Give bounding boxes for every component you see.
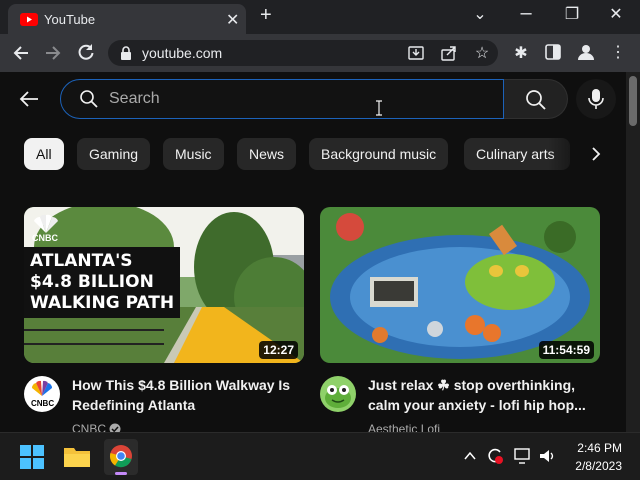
windows-start-icon[interactable]	[20, 445, 44, 469]
browser-titlebar: YouTube ✕ + ⌄ – ❐ ✕	[0, 0, 640, 34]
profile-icon[interactable]	[577, 43, 595, 61]
search-submit-icon	[526, 90, 546, 110]
file-explorer-icon[interactable]	[64, 445, 90, 467]
cnbc-logo-text: CNBC	[32, 233, 58, 243]
search-input[interactable]	[109, 88, 469, 110]
minimize-button[interactable]: –	[506, 2, 546, 25]
chip-background-music[interactable]: Background music	[309, 138, 449, 170]
tab-title: YouTube	[44, 12, 96, 27]
windows-taskbar: 2:46 PM 2/8/2023	[0, 432, 640, 480]
video-duration: 11:54:59	[538, 341, 594, 359]
video-duration: 12:27	[259, 341, 298, 359]
page-scrollbar[interactable]	[626, 72, 640, 432]
search-button[interactable]	[504, 79, 568, 119]
video-thumbnail-atlanta[interactable]: CNBC ATLANTA'S $4.8 BILLION WALKING PATH…	[24, 207, 304, 363]
voice-search-button[interactable]	[576, 79, 616, 119]
new-tab-button[interactable]: +	[260, 4, 272, 27]
network-icon[interactable]	[514, 447, 532, 465]
thumbnail-headline: ATLANTA'S $4.8 BILLION WALKING PATH	[24, 247, 181, 318]
back-icon[interactable]	[12, 44, 30, 62]
chips-fade	[548, 132, 588, 176]
bookmark-star-icon[interactable]: ☆	[472, 43, 492, 63]
cnbc-peacock-logo-icon: CNBC	[30, 213, 62, 243]
sync-alert-icon[interactable]	[486, 447, 504, 465]
extensions-icon[interactable]: ✱	[511, 43, 531, 63]
text-cursor-icon	[376, 100, 382, 116]
chevron-up-icon[interactable]	[464, 451, 476, 461]
active-app-indicator	[115, 472, 127, 475]
scrollbar-thumb[interactable]	[629, 76, 637, 126]
chip-music[interactable]: Music	[163, 138, 224, 170]
volume-icon[interactable]	[538, 447, 556, 465]
window-close-button[interactable]: ✕	[596, 4, 636, 24]
thumbnail-headline-text: ATLANTA'S $4.8 BILLION WALKING PATH	[30, 251, 175, 313]
video-title[interactable]: Just relax ☘ stop overthinking, calm you…	[368, 375, 588, 415]
video-title[interactable]: How This $4.8 Billion Walkway Is Redefin…	[72, 375, 298, 415]
chip-all[interactable]: All	[24, 138, 64, 170]
channel-avatar-aesthetic-lofi[interactable]	[320, 376, 356, 412]
reload-icon[interactable]	[77, 43, 95, 61]
url-text: youtube.com	[142, 45, 223, 61]
video-thumbnail-lofi[interactable]: 11:54:59	[320, 207, 600, 363]
restore-button[interactable]: ❐	[552, 4, 592, 24]
youtube-page: All Gaming Music News Background music C…	[0, 72, 626, 432]
cnbc-avatar-logo-icon: CNBC	[31, 380, 54, 408]
channel-avatar-cnbc[interactable]: CNBC	[24, 376, 60, 412]
search-box[interactable]	[60, 79, 504, 119]
search-back-icon[interactable]	[18, 88, 40, 110]
tab-close-icon[interactable]: ✕	[226, 10, 239, 30]
chrome-menu-icon[interactable]: ⋮	[608, 42, 628, 62]
youtube-favicon-icon	[20, 13, 38, 26]
clock-date[interactable]: 2/8/2023	[575, 459, 622, 473]
chip-gaming[interactable]: Gaming	[77, 138, 151, 170]
chrome-taskbar-button[interactable]	[104, 439, 138, 475]
verified-check-icon	[109, 423, 121, 432]
lock-icon[interactable]	[120, 46, 132, 60]
side-panel-icon[interactable]	[545, 44, 561, 60]
channel-name[interactable]: Aesthetic Lofi	[368, 422, 440, 432]
chrome-icon	[109, 445, 132, 468]
chip-news[interactable]: News	[237, 138, 297, 170]
forward-icon[interactable]	[44, 44, 62, 62]
address-bar[interactable]: youtube.com ☆	[108, 40, 498, 66]
clock-time[interactable]: 2:46 PM	[577, 441, 622, 455]
share-icon[interactable]	[441, 45, 457, 61]
svg-text:CNBC: CNBC	[31, 399, 54, 408]
chevron-right-icon[interactable]	[590, 146, 602, 162]
install-app-icon[interactable]	[408, 45, 424, 61]
microphone-icon	[588, 89, 604, 109]
search-icon	[80, 90, 98, 108]
tab-search-dropdown-icon[interactable]: ⌄	[460, 4, 500, 24]
frog-avatar-icon	[325, 385, 351, 408]
channel-name[interactable]: CNBC	[72, 422, 106, 432]
browser-tab-youtube[interactable]: YouTube ✕	[8, 4, 246, 34]
thumbnail-image-lofi	[320, 207, 600, 363]
